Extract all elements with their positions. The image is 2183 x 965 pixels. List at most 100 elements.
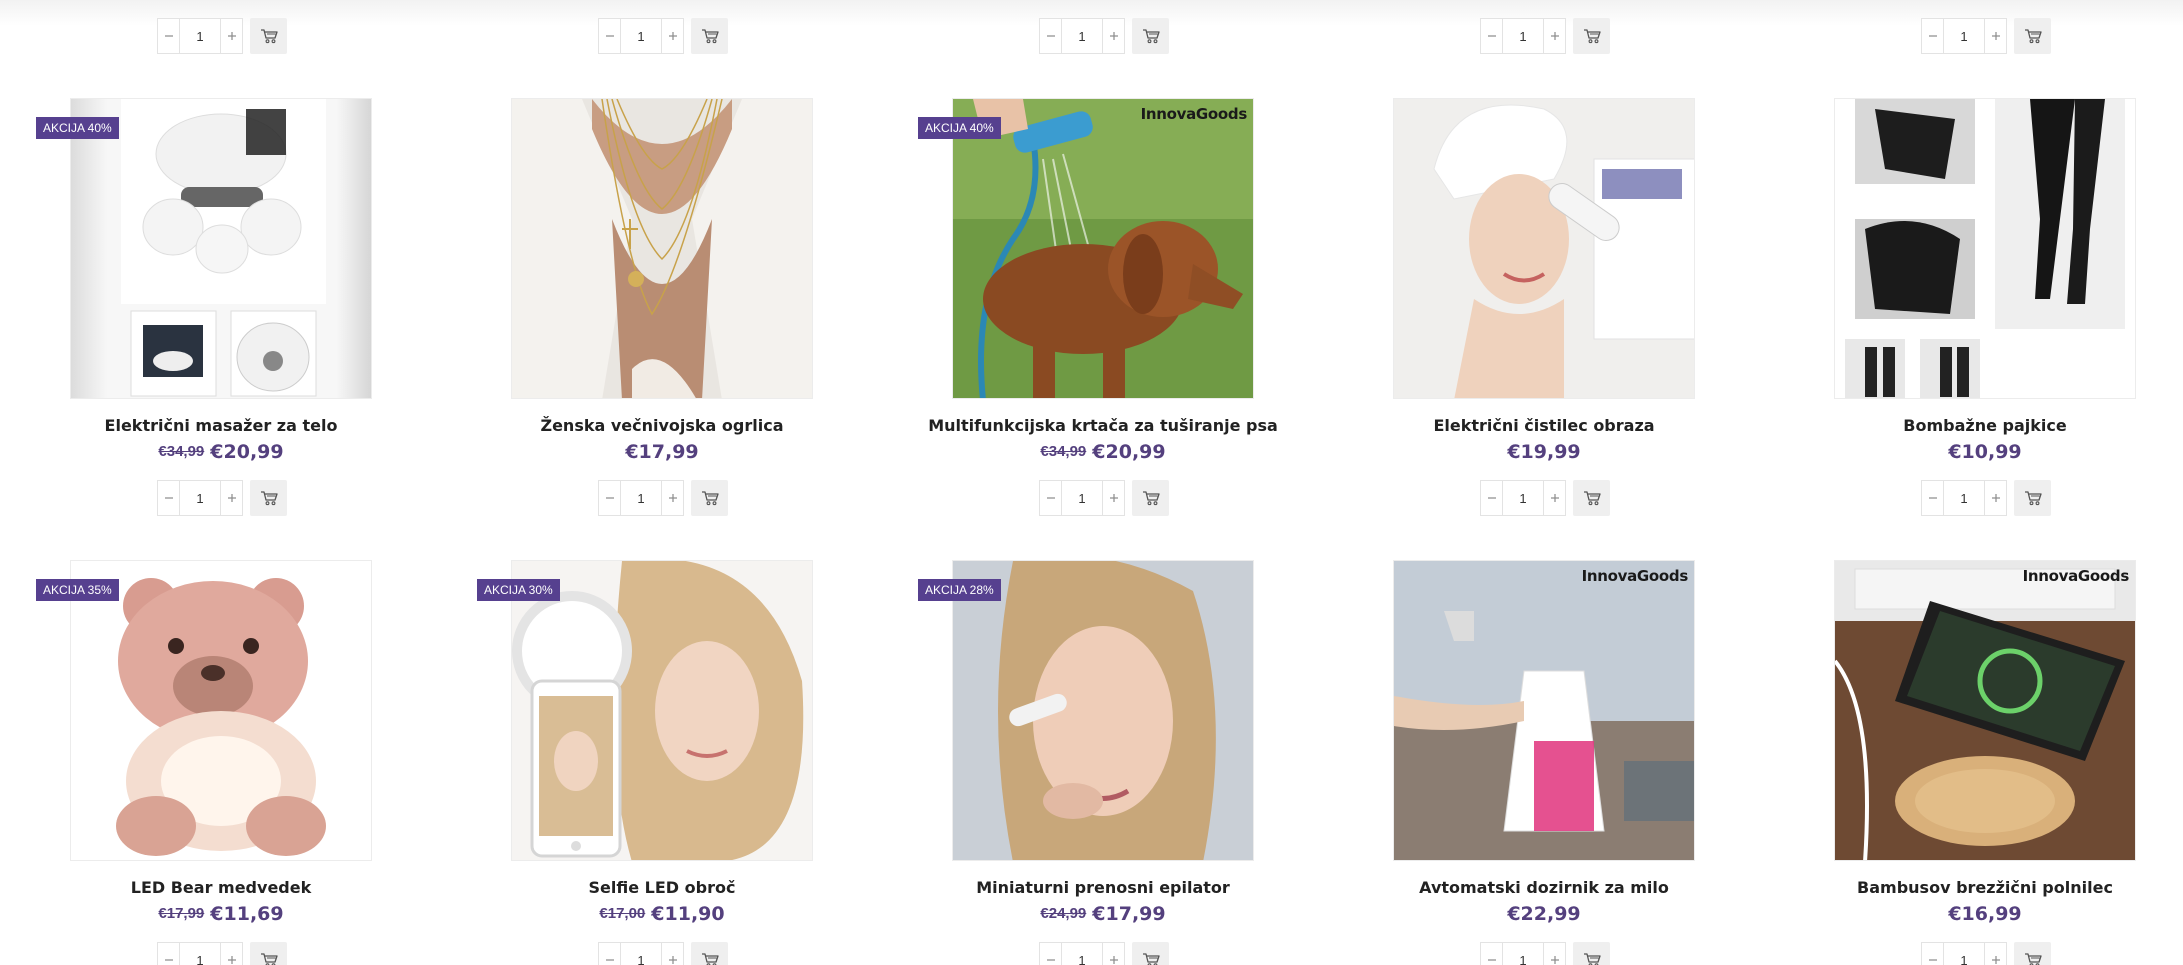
add-to-cart-row xyxy=(1921,18,2051,54)
quantity-input[interactable] xyxy=(1503,943,1543,965)
cart-icon[interactable] xyxy=(1132,942,1169,965)
current-price: €19,99 xyxy=(1507,441,1581,463)
brand-logo: InnovaGoods xyxy=(1140,105,1248,123)
product-title[interactable]: Multifunkcijska krtača za tuširanje psa xyxy=(912,416,1294,435)
product-image[interactable] xyxy=(1393,98,1695,399)
quantity-input[interactable] xyxy=(180,943,220,965)
quantity-input[interactable] xyxy=(1062,943,1102,965)
minus-icon[interactable] xyxy=(1040,481,1062,515)
quantity-input[interactable] xyxy=(1944,481,1984,515)
cart-icon[interactable] xyxy=(2014,480,2051,516)
product-title[interactable]: Avtomatski dozirnik za milo xyxy=(1353,878,1735,897)
plus-icon[interactable] xyxy=(661,481,683,515)
add-to-cart-row xyxy=(1480,480,1610,516)
product-image[interactable]: InnovaGoods xyxy=(952,98,1254,399)
quantity-input[interactable] xyxy=(1062,19,1102,53)
product-image[interactable] xyxy=(511,98,813,399)
cart-icon[interactable] xyxy=(1573,18,1610,54)
product-image[interactable]: InnovaGoods xyxy=(1393,560,1695,861)
product-title[interactable]: Bombažne pajkice xyxy=(1794,416,2176,435)
minus-icon[interactable] xyxy=(1040,943,1062,965)
quantity-input[interactable] xyxy=(1503,19,1543,53)
quantity-input[interactable] xyxy=(1944,943,1984,965)
minus-icon[interactable] xyxy=(599,481,621,515)
sale-badge: AKCIJA 30% xyxy=(477,579,560,601)
plus-icon[interactable] xyxy=(661,943,683,965)
minus-icon[interactable] xyxy=(158,943,180,965)
product-image[interactable] xyxy=(511,560,813,861)
product-image[interactable]: InnovaGoods xyxy=(1834,560,2136,861)
plus-icon[interactable] xyxy=(1102,19,1124,53)
cart-icon[interactable] xyxy=(1132,18,1169,54)
plus-icon[interactable] xyxy=(220,19,242,53)
plus-icon[interactable] xyxy=(1543,481,1565,515)
product-title[interactable]: Selfie LED obroč xyxy=(471,878,853,897)
quantity-input[interactable] xyxy=(621,943,661,965)
quantity-input[interactable] xyxy=(621,481,661,515)
cart-icon[interactable] xyxy=(691,942,728,965)
quantity-stepper xyxy=(1921,18,2007,54)
cart-icon[interactable] xyxy=(1573,942,1610,965)
quantity-input[interactable] xyxy=(1062,481,1102,515)
plus-icon[interactable] xyxy=(1102,481,1124,515)
add-to-cart-row xyxy=(1039,942,1169,965)
minus-icon[interactable] xyxy=(1922,481,1944,515)
plus-icon[interactable] xyxy=(1543,943,1565,965)
product-title[interactable]: Električni čistilec obraza xyxy=(1353,416,1735,435)
product-title[interactable]: Miniaturni prenosni epilator xyxy=(912,878,1294,897)
quantity-input[interactable] xyxy=(621,19,661,53)
minus-icon[interactable] xyxy=(1481,19,1503,53)
cart-icon[interactable] xyxy=(250,480,287,516)
product-image[interactable] xyxy=(70,560,372,861)
add-to-cart-row xyxy=(1039,18,1169,54)
product-title[interactable]: Bambusov brezžični polnilec xyxy=(1794,878,2176,897)
minus-icon[interactable] xyxy=(1481,943,1503,965)
add-to-cart-row xyxy=(157,18,287,54)
plus-icon[interactable] xyxy=(661,19,683,53)
minus-icon[interactable] xyxy=(1481,481,1503,515)
product-image[interactable] xyxy=(70,98,372,399)
plus-icon[interactable] xyxy=(1984,19,2006,53)
current-price: €11,69 xyxy=(210,903,284,925)
cart-icon[interactable] xyxy=(250,18,287,54)
quantity-input[interactable] xyxy=(180,481,220,515)
quantity-input[interactable] xyxy=(1503,481,1543,515)
product-image[interactable] xyxy=(1834,98,2136,399)
cart-icon[interactable] xyxy=(691,480,728,516)
plus-icon[interactable] xyxy=(1102,943,1124,965)
minus-icon[interactable] xyxy=(1922,19,1944,53)
minus-icon[interactable] xyxy=(1040,19,1062,53)
minus-icon[interactable] xyxy=(158,481,180,515)
current-price: €20,99 xyxy=(210,441,284,463)
cart-icon[interactable] xyxy=(2014,18,2051,54)
product-title[interactable]: Ženska večnivojska ogrlica xyxy=(471,416,853,435)
product-title[interactable]: LED Bear medvedek xyxy=(30,878,412,897)
plus-icon[interactable] xyxy=(1984,481,2006,515)
current-price: €11,90 xyxy=(651,903,725,925)
plus-icon[interactable] xyxy=(220,481,242,515)
minus-icon[interactable] xyxy=(1922,943,1944,965)
plus-icon[interactable] xyxy=(220,943,242,965)
cart-icon[interactable] xyxy=(691,18,728,54)
minus-icon[interactable] xyxy=(158,19,180,53)
add-to-cart-row xyxy=(1921,480,2051,516)
price-block: €34,99 €20,99 xyxy=(912,441,1294,463)
cart-icon[interactable] xyxy=(2014,942,2051,965)
quantity-input[interactable] xyxy=(1944,19,1984,53)
current-price: €17,99 xyxy=(1092,903,1166,925)
add-to-cart-row xyxy=(157,942,287,965)
cart-icon[interactable] xyxy=(1573,480,1610,516)
cart-icon[interactable] xyxy=(1132,480,1169,516)
minus-icon[interactable] xyxy=(599,943,621,965)
cart-icon[interactable] xyxy=(250,942,287,965)
product-title[interactable]: Električni masažer za telo xyxy=(30,416,412,435)
product-image[interactable] xyxy=(952,560,1254,861)
minus-icon[interactable] xyxy=(599,19,621,53)
add-to-cart-row xyxy=(1480,18,1610,54)
plus-icon[interactable] xyxy=(1984,943,2006,965)
price-block: €24,99 €17,99 xyxy=(912,903,1294,925)
quantity-input[interactable] xyxy=(180,19,220,53)
quantity-stepper xyxy=(1921,942,2007,965)
sale-badge: AKCIJA 40% xyxy=(918,117,1001,139)
plus-icon[interactable] xyxy=(1543,19,1565,53)
